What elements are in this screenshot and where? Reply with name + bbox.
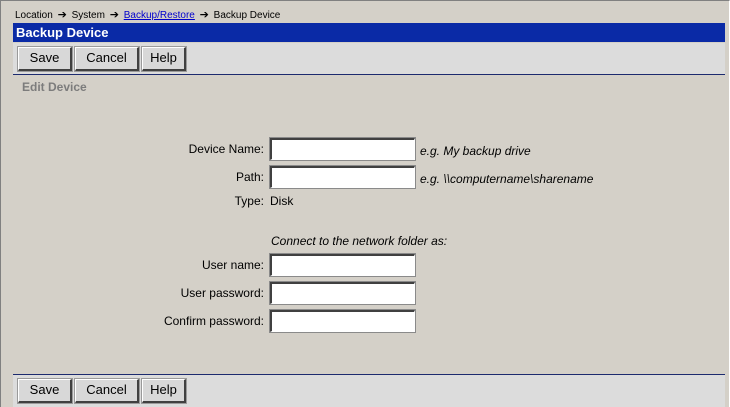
help-button[interactable]: Help: [141, 46, 187, 72]
device-name-field[interactable]: [269, 137, 416, 161]
cancel-button[interactable]: Cancel: [74, 378, 140, 404]
type-value: Disk: [270, 194, 294, 208]
user-password-label: User password:: [180, 286, 264, 300]
connect-caption: Connect to the network folder as:: [271, 234, 448, 248]
save-button[interactable]: Save: [17, 378, 73, 404]
save-button[interactable]: Save: [17, 46, 73, 72]
section-title: Edit Device: [22, 80, 87, 94]
device-name-hint: e.g. My backup drive: [420, 144, 531, 158]
confirm-password-label: Confirm password:: [163, 314, 264, 328]
help-button[interactable]: Help: [141, 378, 187, 404]
user-name-label: User name:: [201, 258, 264, 272]
bottom-toolbar: Save Cancel Help: [13, 374, 725, 407]
device-name-label: Device Name:: [188, 142, 264, 156]
page-title: Backup Device: [13, 23, 725, 42]
arrow-right-icon: ➔: [57, 9, 67, 21]
path-hint: e.g. \\computername\sharename: [420, 172, 594, 186]
confirm-password-field[interactable]: [269, 309, 416, 333]
cancel-button[interactable]: Cancel: [74, 46, 140, 72]
breadcrumb-current: Backup Device: [213, 10, 281, 21]
breadcrumb: Location ➔ System ➔ Backup/Restore ➔ Bac…: [15, 9, 280, 22]
page-frame: Location ➔ System ➔ Backup/Restore ➔ Bac…: [0, 0, 730, 407]
type-label: Type:: [234, 194, 264, 208]
user-password-field[interactable]: [269, 281, 416, 305]
arrow-right-icon: ➔: [109, 9, 119, 21]
arrow-right-icon: ➔: [199, 9, 209, 21]
user-name-field[interactable]: [269, 253, 416, 277]
breadcrumb-system: System: [71, 10, 105, 21]
breadcrumb-location: Location: [15, 10, 53, 21]
top-toolbar: Save Cancel Help: [13, 43, 725, 75]
path-field[interactable]: [269, 165, 416, 189]
breadcrumb-backup-restore-link[interactable]: Backup/Restore: [124, 10, 195, 21]
path-label: Path:: [235, 170, 264, 184]
